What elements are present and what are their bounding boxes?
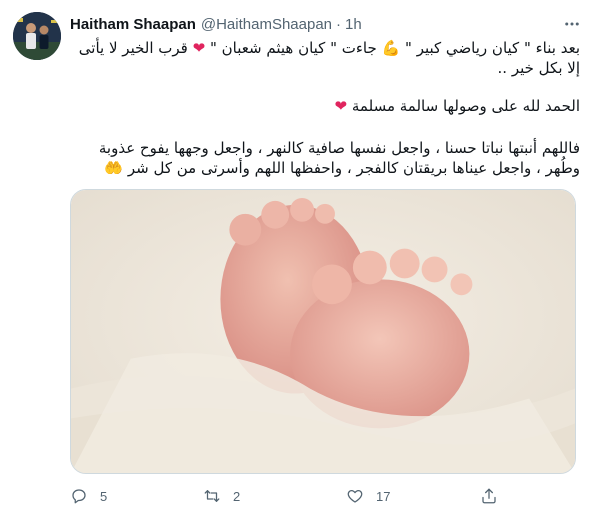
display-name[interactable]: Haitham Shaapan — [70, 16, 196, 33]
share-button[interactable] — [480, 487, 498, 505]
tweet-media-image[interactable] — [70, 189, 576, 474]
baby-feet-photo-icon — [71, 190, 575, 473]
tweet-actions: 5 2 17 — [70, 486, 576, 506]
paragraph-3-text: فاللهم أنبتها نباتا حسنا ، واجعل نفسها ص… — [98, 139, 580, 177]
paragraph-2-text: الحمد لله على وصولها سالمة مسلمة — [351, 97, 580, 115]
muscle-emoji: 💪 — [381, 39, 401, 57]
heart-emoji: ❤ — [192, 39, 206, 57]
like-button[interactable]: 17 — [346, 487, 390, 505]
paragraph-1-part-1: بعد بناء " كيان رياضي كبير " — [405, 39, 580, 57]
heart-emoji-2: ❤ — [334, 97, 348, 115]
retweet-icon — [204, 490, 220, 502]
user-handle[interactable]: @HaithamShaapan — [201, 16, 332, 33]
tweet-paragraph-2: الحمد لله على وصولها سالمة مسلمة ❤ — [70, 96, 580, 116]
avatar[interactable] — [13, 12, 61, 60]
share-icon — [482, 488, 496, 504]
paragraph-1-part-2: جاءت " كيان هيثم شعبان " — [210, 39, 377, 57]
reply-button[interactable]: 5 — [70, 487, 107, 505]
like-count: 17 — [376, 488, 391, 504]
praying-hands-emoji: 🤲 — [104, 159, 124, 177]
tweet[interactable]: Haitham Shaapan @HaithamShaapan · 1h بعد… — [0, 0, 605, 516]
tweet-paragraph-3: فاللهم أنبتها نباتا حسنا ، واجعل نفسها ص… — [70, 138, 580, 178]
more-button[interactable] — [560, 12, 584, 36]
tweet-header: Haitham Shaapan @HaithamShaapan · 1h — [70, 14, 362, 34]
retweet-count: 2 — [233, 488, 241, 504]
reply-icon — [72, 489, 86, 504]
like-icon — [347, 489, 363, 503]
reply-count: 5 — [100, 488, 108, 504]
tweet-time[interactable]: 1h — [345, 16, 362, 33]
separator-dot: · — [336, 15, 342, 33]
retweet-button[interactable]: 2 — [203, 487, 240, 505]
more-icon — [565, 22, 579, 26]
tweet-paragraph-1: بعد بناء " كيان رياضي كبير " 💪 جاءت " كي… — [70, 38, 580, 78]
